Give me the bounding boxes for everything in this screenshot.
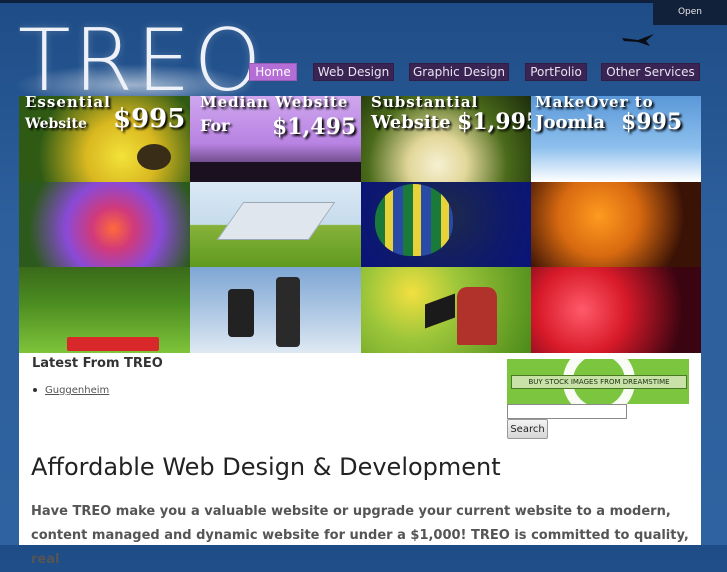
tile-laptop-grass bbox=[190, 182, 361, 267]
tile-price: $1,995 bbox=[457, 109, 531, 135]
laptop-shape bbox=[425, 293, 455, 329]
content-area: Latest From TREO Guggenheim BUY STOCK IM… bbox=[19, 353, 701, 567]
tile-caption: Median Website bbox=[200, 96, 349, 111]
ad-label: BUY STOCK IMAGES FROM DREAMSTIME bbox=[511, 375, 687, 389]
person-shape bbox=[228, 289, 254, 337]
child-shape bbox=[457, 287, 497, 345]
site-logo[interactable]: TREO bbox=[18, 18, 264, 100]
dreamstime-ad[interactable]: BUY STOCK IMAGES FROM DREAMSTIME bbox=[507, 359, 689, 404]
latest-title: Latest From TREO bbox=[32, 356, 163, 371]
tile-caption: For bbox=[200, 116, 230, 135]
tile-hammock bbox=[19, 267, 190, 353]
tile-caption: Joomla bbox=[535, 112, 606, 133]
tile-purple-flower bbox=[19, 182, 190, 267]
tile-caption: Website bbox=[25, 116, 87, 132]
banner-grid: Essential Website $995 Median Website Fo… bbox=[19, 96, 701, 353]
hammock-shape bbox=[67, 337, 159, 351]
intro-text: Have TREO make you a valuable website or… bbox=[31, 504, 689, 567]
nav-other-services[interactable]: Other Services bbox=[601, 63, 700, 81]
tile-jumping bbox=[190, 267, 361, 353]
latest-link-guggenheim[interactable]: Guggenheim bbox=[45, 385, 109, 396]
tile-caption: Essential bbox=[25, 96, 111, 111]
tile-balloon bbox=[361, 182, 531, 267]
tile-median[interactable]: Median Website For $1,495 bbox=[190, 96, 361, 182]
search-input[interactable] bbox=[507, 404, 627, 419]
nav-portfolio[interactable]: PortFolio bbox=[525, 63, 587, 81]
tile-makeover[interactable]: MakeOver to Joomla $995 bbox=[531, 96, 701, 182]
open-button[interactable]: Open bbox=[653, 0, 727, 25]
bee-shape bbox=[137, 144, 171, 170]
top-stripe bbox=[0, 0, 727, 3]
tile-substantial[interactable]: Substantial Website $1,995 bbox=[361, 96, 531, 182]
search-button[interactable]: Search bbox=[507, 419, 548, 439]
silhouette bbox=[190, 162, 361, 182]
tile-price: $1,495 bbox=[272, 114, 357, 140]
tile-price: $995 bbox=[113, 104, 186, 134]
tile-child-laptop bbox=[361, 267, 531, 353]
tile-umbrellas bbox=[531, 182, 701, 267]
tile-bokeh bbox=[531, 267, 701, 353]
latest-list: Guggenheim bbox=[33, 385, 109, 396]
nav-web-design[interactable]: Web Design bbox=[313, 63, 394, 81]
tile-essential[interactable]: Essential Website $995 bbox=[19, 96, 190, 182]
tile-price: $995 bbox=[621, 109, 683, 135]
bird-icon bbox=[622, 34, 654, 46]
person-shape bbox=[276, 277, 300, 347]
bullet bbox=[33, 388, 37, 392]
nav-graphic-design[interactable]: Graphic Design bbox=[409, 63, 509, 81]
tile-caption: Website bbox=[371, 112, 451, 133]
laptop-shape bbox=[216, 202, 336, 240]
nav-home[interactable]: Home bbox=[249, 63, 297, 81]
page-title: Affordable Web Design & Development bbox=[31, 453, 501, 481]
balloon-shape bbox=[375, 184, 453, 256]
